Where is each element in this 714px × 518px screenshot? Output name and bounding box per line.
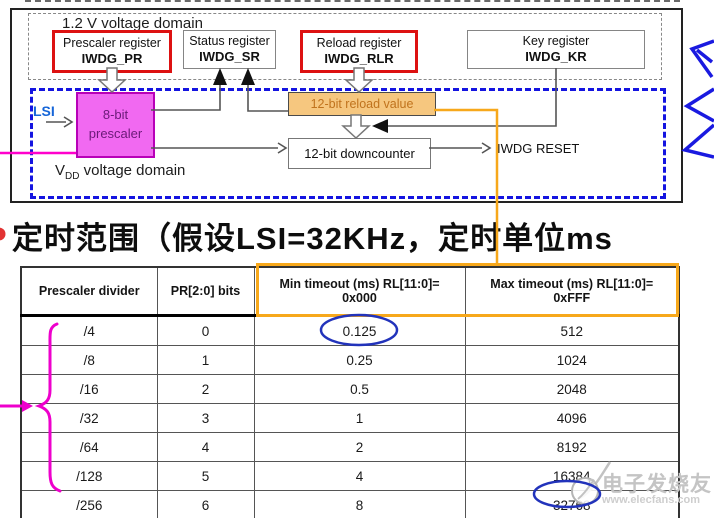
cell-max: 2048 [465, 375, 679, 404]
register-box-iwdg-rlr: Reload register IWDG_RLR [300, 30, 418, 73]
cell-divider: /64 [21, 433, 157, 462]
iwdg-reset-label: IWDG RESET [497, 141, 579, 156]
register-mnemonic: IWDG_RLR [324, 51, 393, 68]
cell-bits: 3 [157, 404, 254, 433]
cell-min: 2 [254, 433, 465, 462]
prescaler-line1: 8-bit [103, 106, 128, 125]
blue-hand-arrows [685, 41, 714, 157]
cell-bits: 5 [157, 462, 254, 491]
cell-divider: /16 [21, 375, 157, 404]
lsi-clock-label: LSI [33, 103, 55, 119]
watermark-url-text: www.elecfans.com [602, 494, 700, 506]
cell-divider: /256 [21, 491, 157, 518]
cell-bits: 2 [157, 375, 254, 404]
cell-max: 512 [465, 316, 679, 346]
cell-min: 1 [254, 404, 465, 433]
table-row: /400.125512 [21, 316, 679, 346]
cell-min: 0.125 [254, 316, 465, 346]
heading-bullet [0, 228, 6, 241]
reload-value-block: 12-bit reload value [288, 92, 436, 116]
cell-min: 8 [254, 491, 465, 518]
vdd-sub: DD [65, 171, 79, 182]
register-name: Status register [189, 33, 270, 49]
cell-divider: /32 [21, 404, 157, 433]
prescaler-line2: prescaler [89, 125, 142, 144]
elecfans-watermark: 电子发烧友 www.elecfans.com [568, 452, 714, 516]
register-name: Prescaler register [63, 35, 161, 51]
table-row: /810.251024 [21, 346, 679, 375]
col-header-prescaler-divider: Prescaler divider [21, 267, 157, 316]
register-mnemonic: IWDG_PR [82, 51, 143, 68]
cell-bits: 1 [157, 346, 254, 375]
register-box-iwdg-sr: Status register IWDG_SR [183, 30, 276, 69]
iwdg-slide-page: 1.2 V voltage domain Prescaler register … [0, 0, 714, 518]
cell-bits: 6 [157, 491, 254, 518]
timeout-columns-highlight-rect [256, 263, 679, 317]
register-name: Key register [523, 33, 590, 49]
register-box-iwdg-kr: Key register IWDG_KR [467, 30, 645, 69]
cell-divider: /8 [21, 346, 157, 375]
register-box-iwdg-pr: Prescaler register IWDG_PR [52, 30, 172, 73]
register-mnemonic: IWDG_KR [525, 49, 586, 66]
downcounter-block: 12-bit downcounter [288, 138, 431, 169]
register-name: Reload register [317, 35, 402, 51]
cell-max: 1024 [465, 346, 679, 375]
cell-divider: /4 [21, 316, 157, 346]
cropped-dashed-line [25, 0, 680, 2]
section-heading: 定时范围（假设LSI=32KHz，定时单位ms [12, 213, 714, 258]
cell-max: 4096 [465, 404, 679, 433]
cell-min: 0.25 [254, 346, 465, 375]
vdd-rest: voltage domain [79, 162, 185, 179]
vdd-voltage-domain-label: VDD voltage domain [55, 162, 185, 182]
vdd-v: V [55, 162, 65, 179]
prescaler-block: 8-bit prescaler [76, 92, 155, 158]
col-header-pr-bits: PR[2:0] bits [157, 267, 254, 316]
cell-bits: 4 [157, 433, 254, 462]
cell-divider: /128 [21, 462, 157, 491]
register-mnemonic: IWDG_SR [199, 49, 260, 66]
cell-min: 4 [254, 462, 465, 491]
table-row: /32314096 [21, 404, 679, 433]
table-row: /1620.52048 [21, 375, 679, 404]
cell-bits: 0 [157, 316, 254, 346]
cell-min: 0.5 [254, 375, 465, 404]
